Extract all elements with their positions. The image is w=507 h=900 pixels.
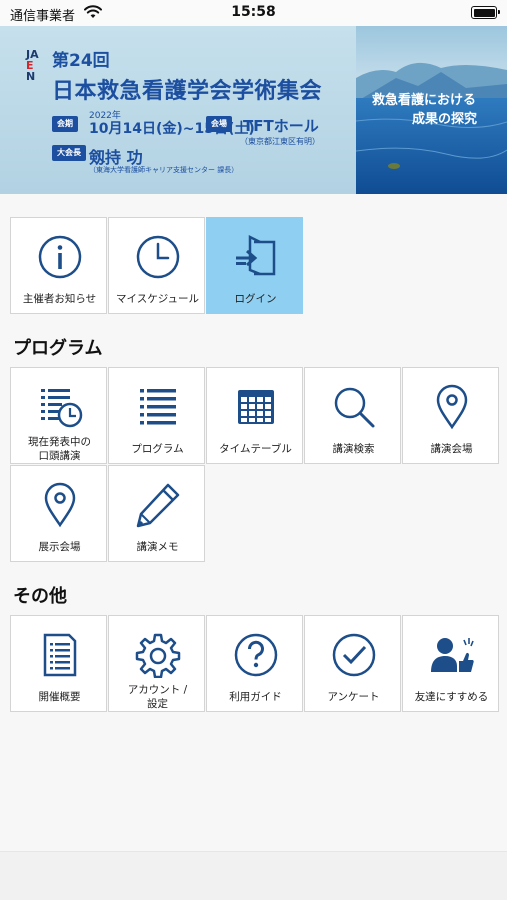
congress-title: 日本救急看護学会学術集会 — [52, 79, 323, 104]
menu-label: 講演メモ — [136, 541, 179, 553]
location-pin-icon — [403, 382, 500, 432]
menu-survey[interactable]: アンケート — [304, 615, 401, 712]
menu-label: アンケート — [327, 691, 380, 703]
help-icon — [207, 630, 304, 680]
menu-label: 講演会場 — [430, 443, 473, 455]
info-icon — [11, 232, 108, 282]
congress-theme: 救急看護における 成果の探究 — [372, 93, 478, 127]
login-icon — [207, 232, 304, 282]
document-icon — [11, 630, 108, 680]
check-circle-icon — [305, 630, 402, 680]
president-tag: 大会長 — [52, 145, 86, 161]
menu-label: 利用ガイド — [229, 691, 282, 703]
menu-label: アカウント / 設定 — [127, 684, 188, 710]
congress-number: 第24回 — [52, 51, 110, 71]
menu-lecture-venue[interactable]: 講演会場 — [402, 367, 499, 464]
battery-icon — [471, 6, 500, 19]
clock-icon — [109, 232, 206, 282]
menu-account-settings[interactable]: アカウント / 設定 — [108, 615, 205, 712]
menu-label: 現在発表中の 口頭講演 — [28, 436, 91, 462]
pencil-icon — [109, 480, 206, 530]
menu-label: プログラム — [131, 443, 184, 455]
menu-label: 友達にすすめる — [414, 691, 489, 703]
menu-label: 展示会場 — [38, 541, 81, 553]
menu-label: 講演検索 — [332, 443, 375, 455]
menu-label: 開催概要 — [38, 691, 81, 703]
congress-banner[interactable]: JA E N 第24回 日本救急看護学会学術集会 会期 2022年 10月14日… — [0, 26, 507, 194]
venue-address: （東京都江東区有明） — [240, 137, 320, 146]
venue-name: TFTホール — [243, 117, 319, 135]
list-icon — [109, 382, 206, 432]
menu-usage-guide[interactable]: 利用ガイド — [206, 615, 303, 712]
menu-lecture-memo[interactable]: 講演メモ — [108, 465, 205, 562]
clock-time: 15:58 — [231, 4, 276, 20]
status-bar: 通信事業者 15:58 — [0, 0, 507, 26]
menu-label: マイスケジュール — [116, 293, 199, 305]
menu-label: タイムテーブル — [219, 443, 292, 455]
gear-icon — [109, 630, 206, 680]
menu-current-oral-presentations[interactable]: 現在発表中の 口頭講演 — [10, 367, 107, 464]
calendar-icon — [207, 382, 304, 432]
menu-lecture-search[interactable]: 講演検索 — [304, 367, 401, 464]
menu-recommend-friends[interactable]: 友達にすすめる — [402, 615, 499, 712]
menu-label: ログイン — [234, 293, 277, 305]
president-affiliation: （東海大学看護師キャリア支援センター 課長） — [89, 166, 239, 174]
menu-exhibition-venue[interactable]: 展示会場 — [10, 465, 107, 562]
location-pin-icon — [11, 480, 108, 530]
menu-organizer-news[interactable]: 主催者お知らせ — [10, 217, 107, 314]
search-icon — [305, 382, 402, 432]
menu-event-overview[interactable]: 開催概要 — [10, 615, 107, 712]
menu-my-schedule[interactable]: マイスケジュール — [108, 217, 205, 314]
jaen-logo: JA E N — [26, 48, 39, 83]
date-tag: 会期 — [52, 116, 78, 132]
section-title-other: その他 — [13, 586, 67, 607]
list-clock-icon — [11, 382, 108, 432]
menu-timetable[interactable]: タイムテーブル — [206, 367, 303, 464]
recommend-user-icon — [403, 630, 500, 680]
venue-tag: 会場 — [206, 116, 232, 132]
bottom-bar — [0, 851, 507, 900]
menu-program[interactable]: プログラム — [108, 367, 205, 464]
menu-label: 主催者お知らせ — [22, 293, 97, 305]
section-title-program: プログラム — [13, 338, 103, 359]
menu-login[interactable]: ログイン — [206, 217, 303, 314]
